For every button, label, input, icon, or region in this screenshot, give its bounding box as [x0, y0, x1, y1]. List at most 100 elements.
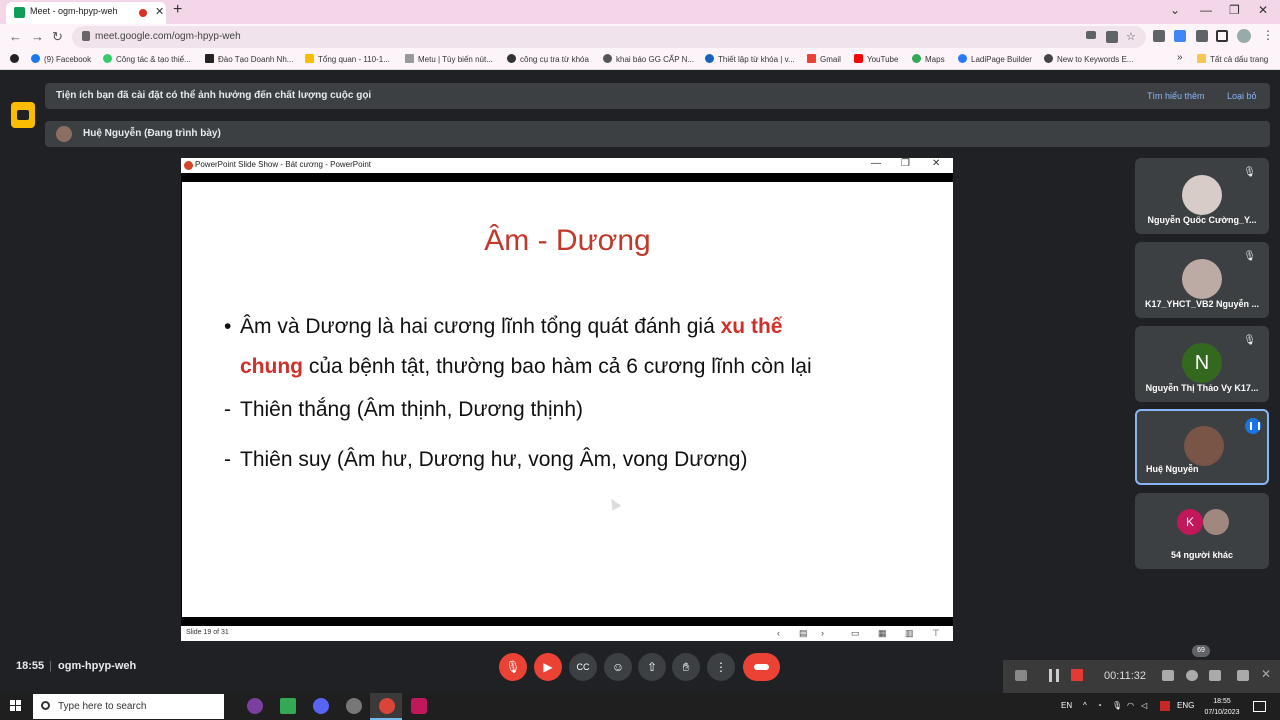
url-text: meet.google.com/ogm-hpyp-weh — [95, 31, 241, 42]
new-tab-button[interactable]: + — [173, 1, 182, 19]
notifications-icon[interactable] — [1253, 701, 1266, 712]
presenter-view-icon[interactable]: ⊤ — [932, 628, 940, 639]
slide-sorter-icon[interactable]: ▦ — [878, 628, 887, 639]
learn-more-link[interactable]: Tìm hiểu thêm — [1147, 91, 1205, 101]
more-options-button[interactable]: ⋮ — [707, 653, 735, 681]
shared-powerpoint-window: PowerPoint Slide Show - Bát cương - Powe… — [181, 158, 953, 641]
bookmarks-overflow-icon[interactable]: » — [1177, 52, 1183, 64]
chrome-icon[interactable] — [379, 698, 395, 714]
volume-icon[interactable]: ◁ — [1141, 701, 1147, 710]
bookmark-cong-tac[interactable]: Công tác & tạo thiế... — [103, 54, 191, 66]
presentation-alert-icon[interactable] — [11, 102, 35, 128]
keyboard-layout[interactable]: ENG — [1177, 701, 1194, 710]
bookmark-youtube[interactable]: YouTube — [854, 54, 898, 66]
extensions-puzzle-icon[interactable] — [1196, 30, 1208, 42]
others-tile[interactable]: K 54 người khác — [1135, 493, 1269, 569]
participant-tile[interactable]: 🎙︎ Nguyễn Quốc Cường_Y... — [1135, 158, 1269, 234]
bookmark-gmail[interactable]: Gmail — [807, 54, 841, 66]
profile-avatar[interactable] — [1237, 29, 1251, 43]
screenshot-camera-icon[interactable] — [1162, 670, 1174, 681]
powerpoint-statusbar: Slide 19 of 31 ‹ ▤ › ▭ ▦ ▥ ⊤ — [181, 626, 953, 641]
extension-icon[interactable] — [1153, 30, 1165, 42]
pen-tool-icon[interactable] — [1015, 670, 1027, 681]
browser-tab[interactable]: Meet - ogm-hpyp-weh ✕ — [6, 2, 166, 24]
slide: Âm - Dương • Âm và Dương là hai cương lĩn… — [182, 182, 953, 617]
mic-off-icon: 🎙︎ — [1243, 167, 1256, 178]
taskbar-app-icon[interactable] — [313, 698, 329, 714]
emoji-reaction-button[interactable]: ☺ — [604, 653, 632, 681]
slide-menu-icon[interactable]: ▤ — [799, 628, 808, 639]
ppt-close-button[interactable]: ✕ — [932, 158, 940, 169]
normal-view-icon[interactable]: ▭ — [851, 628, 860, 639]
windows-start-icon[interactable] — [10, 700, 22, 712]
bookmark-metu[interactable]: Metu | Tùy biến nút... — [405, 54, 493, 66]
pause-recording-button[interactable] — [1049, 669, 1059, 682]
wifi-icon[interactable]: ◠ — [1127, 701, 1134, 710]
microphone-icon[interactable]: 🎙︎ — [1112, 701, 1122, 710]
separator: | — [49, 660, 52, 672]
camera-toggle-button[interactable]: ▶︎ — [534, 653, 562, 681]
participant-tile[interactable]: 🎙︎ K17_YHCT_VB2 Nguyễn ... — [1135, 242, 1269, 318]
language-indicator[interactable]: EN — [1061, 701, 1072, 710]
bookmark-thiet-lap[interactable]: Thiết lập từ khóa | v... — [705, 54, 795, 66]
all-bookmarks-folder[interactable]: Tất cả dấu trang — [1197, 54, 1268, 66]
bookmark-apps-icon[interactable] — [10, 54, 23, 66]
minimize-window-button[interactable]: — — [1200, 3, 1212, 17]
tab-search-icon[interactable]: ⌄ — [1170, 3, 1180, 17]
presenter-label: Huệ Nguyễn (Đang trình bày) — [83, 128, 221, 139]
ppt-minimize-button[interactable]: — — [871, 158, 881, 169]
webcam-icon[interactable] — [1186, 670, 1198, 681]
participant-name: K17_YHCT_VB2 Nguyễn ... — [1144, 299, 1260, 309]
chrome-menu-icon[interactable]: ⋮ — [1262, 28, 1274, 42]
next-slide-icon[interactable]: › — [821, 628, 824, 638]
network-icon[interactable]: ◔ — [1097, 701, 1102, 710]
bookmark-dao-tao[interactable]: Đào Tạo Doanh Nh... — [205, 54, 293, 66]
search-placeholder: Type here to search — [58, 701, 147, 712]
google-drive-icon[interactable] — [280, 698, 296, 714]
reload-icon[interactable]: ↻ — [52, 29, 63, 45]
taskbar-search-box[interactable]: Type here to search — [33, 694, 224, 719]
comment-icon[interactable] — [1209, 670, 1221, 681]
address-bar[interactable]: meet.google.com/ogm-hpyp-weh ☆ — [72, 26, 1146, 48]
clock-time: 18:55 — [1213, 698, 1231, 705]
taskbar-app-icon[interactable] — [346, 698, 362, 714]
bookmark-keywords[interactable]: New to Keywords E... — [1044, 54, 1133, 66]
close-window-button[interactable]: ✕ — [1258, 3, 1268, 17]
bookmark-star-icon[interactable]: ☆ — [1126, 31, 1138, 43]
mic-toggle-button[interactable]: 🎙︎ — [499, 653, 527, 681]
powerpoint-window-title: PowerPoint Slide Show - Bát cương - Powe… — [195, 160, 372, 169]
raise-hand-button[interactable]: ✋︎ — [672, 653, 700, 681]
bookmark-khai-bao[interactable]: khai báo GG CẤP N... — [603, 54, 694, 66]
forward-icon[interactable]: → — [31, 29, 44, 44]
recorder-app-icon[interactable] — [411, 698, 427, 714]
leave-call-button[interactable] — [743, 653, 780, 681]
unikey-icon[interactable] — [1160, 701, 1170, 711]
participant-tile[interactable]: N 🎙︎ Nguyễn Thị Thảo Vy K17... — [1135, 326, 1269, 402]
stop-recording-button[interactable] — [1071, 669, 1083, 681]
dismiss-button[interactable]: Loại bỏ — [1227, 91, 1257, 101]
bookmark-tong-quan[interactable]: Tổng quan - 110-1... — [305, 54, 390, 66]
camera-permission-icon[interactable] — [1086, 31, 1096, 39]
side-panel-icon[interactable] — [1216, 30, 1228, 42]
close-tab-icon[interactable]: ✕ — [155, 5, 164, 18]
bookmark-maps[interactable]: Maps — [912, 54, 945, 66]
restore-window-button[interactable]: ❐ — [1229, 3, 1240, 17]
ppt-restore-button[interactable]: ❐ — [901, 158, 910, 169]
translate-extension-icon[interactable] — [1174, 30, 1186, 42]
bookmark-ladipage[interactable]: LadiPage Builder — [958, 54, 1032, 66]
participant-tile-active-speaker[interactable]: Huệ Nguyễn — [1135, 409, 1269, 485]
bookmark-cong-cu[interactable]: công cụ tra từ khóa — [507, 54, 589, 66]
taskbar-app-icon[interactable] — [247, 698, 263, 714]
captions-button[interactable]: CC — [569, 653, 597, 681]
edit-icon[interactable] — [1237, 670, 1249, 681]
taskbar-clock[interactable]: 18:55 07/10/2023 — [1200, 696, 1244, 718]
back-icon[interactable]: ← — [9, 29, 22, 44]
close-recorder-icon[interactable]: ✕ — [1261, 667, 1273, 681]
prev-slide-icon[interactable]: ‹ — [777, 628, 780, 638]
reading-view-icon[interactable]: ▥ — [905, 628, 914, 639]
present-screen-button[interactable]: ⇧ — [638, 653, 666, 681]
show-hidden-icons-icon[interactable]: ^ — [1083, 701, 1087, 710]
bookmark-facebook[interactable]: (9) Facebook — [31, 54, 91, 66]
share-icon[interactable] — [1106, 31, 1118, 43]
windows-taskbar: Type here to search EN ^ ◔ 🎙︎ ◠ ◁ ENG 18… — [0, 693, 1280, 720]
